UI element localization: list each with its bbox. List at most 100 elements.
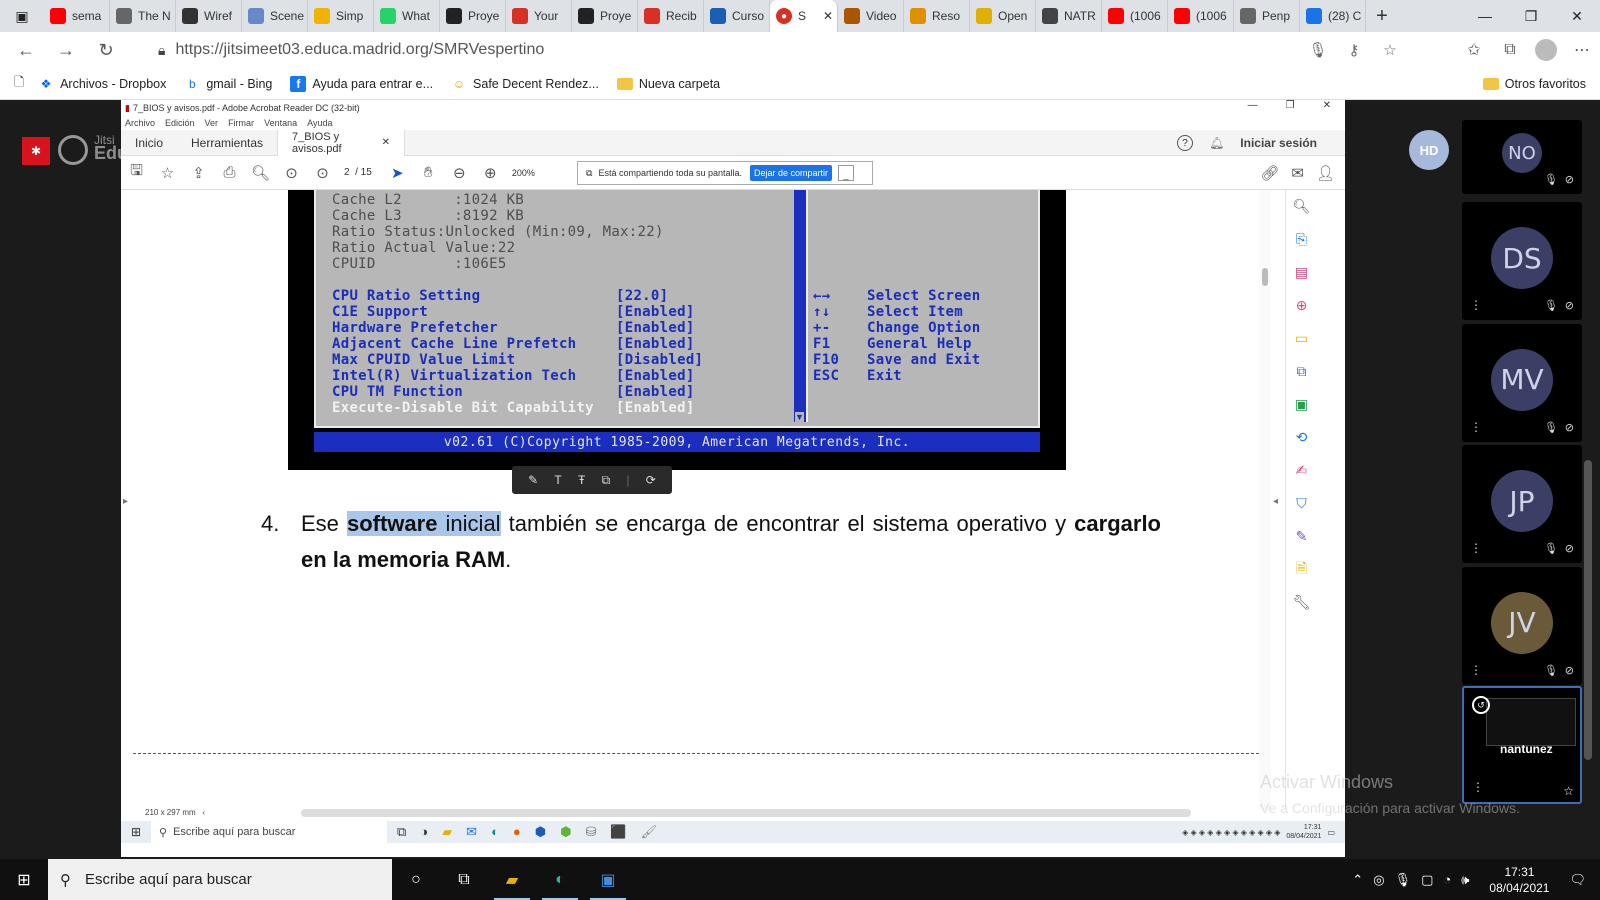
fill-sign-icon[interactable]: ✍︎ (1286, 454, 1317, 487)
compress-icon[interactable]: ▣ (1286, 388, 1317, 421)
more-options-icon[interactable]: ⋮ (1472, 780, 1484, 794)
display-icon[interactable]: ▢ (1421, 872, 1433, 888)
task-view-icon[interactable]: ⧉ (440, 859, 488, 900)
other-favorites[interactable]: Otros favoritos (1482, 68, 1586, 100)
participant-thumbnail[interactable]: DS ⋮ 🎙︎ ⊘ (1462, 202, 1582, 320)
help-icon[interactable]: ? (1177, 135, 1194, 151)
edit-pdf-icon[interactable]: ✎ (1286, 520, 1317, 553)
notifications-icon[interactable]: 🔔︎ (1209, 136, 1224, 150)
print-icon[interactable]: ⎙ (214, 164, 245, 181)
remote-desktop-icon[interactable]: ▣ (584, 859, 632, 900)
tab-b-2[interactable]: Open (970, 0, 1036, 32)
tab-b-5[interactable]: (1006 (1168, 0, 1234, 32)
participant-thumbnail[interactable]: NO 🎙︎ ⊘ (1462, 120, 1582, 194)
tab-a-8[interactable]: Proye (572, 0, 638, 32)
windows-start-icon[interactable]: ⊞ (0, 859, 48, 900)
more-options-icon[interactable]: ⋮ (1470, 420, 1482, 434)
participant-thumbnail[interactable]: JV ⋮ 🎙︎ ⊘ (1462, 566, 1582, 685)
participant-thumbnail[interactable]: MV ⋮ 🎙︎ ⊘ (1462, 323, 1582, 442)
search-icon[interactable]: 🔍︎ (1286, 190, 1317, 223)
more-options-icon[interactable]: ⋮ (1470, 298, 1482, 312)
bookmark-item[interactable]: f Ayuda para entrar e... (290, 75, 433, 92)
tab-a-10[interactable]: Curso (704, 0, 770, 32)
zoom-in-icon[interactable]: ⊕ (475, 164, 506, 182)
tab-b-1[interactable]: Reso (904, 0, 970, 32)
add-user-icon[interactable]: 👤︎ (1316, 164, 1335, 182)
microphone-icon[interactable]: 🎙︎ (1300, 41, 1336, 59)
key-icon[interactable]: ⚷ (1336, 41, 1372, 59)
bookmark-item[interactable]: b gmail - Bing (184, 76, 272, 92)
firefox-icon[interactable]: ● (513, 824, 521, 840)
menu-item[interactable]: Ayuda (307, 118, 332, 128)
minimize-share-bar-icon[interactable]: _ (838, 165, 855, 181)
page-icon[interactable]: 🗋 (14, 73, 24, 94)
volume-icon[interactable]: 🕪︎ (1461, 872, 1469, 888)
more-tools-icon[interactable]: 🔧︎ (1286, 586, 1317, 619)
edge-icon[interactable]: ◐ (491, 824, 499, 840)
windows-start-icon[interactable]: ⊞ (121, 825, 151, 839)
collections-icon[interactable]: ⧉ (1492, 32, 1528, 68)
favorites-icon[interactable]: ✩ (1456, 32, 1492, 68)
minimize-icon[interactable]: — (1248, 100, 1258, 111)
tab-actions-icon[interactable]: ▣ (0, 0, 44, 32)
upload-icon[interactable]: ⇪ (183, 164, 214, 182)
sign-in-button[interactable]: Iniciar sesión (1240, 136, 1317, 150)
self-thumbnail[interactable]: ↺ nantunez ⋮ ☆ (1462, 686, 1582, 804)
star-icon[interactable]: ☆ (152, 164, 183, 182)
menu-item[interactable]: Ventana (264, 118, 297, 128)
protect-icon[interactable]: ⛉ (1286, 487, 1317, 520)
bookmark-item[interactable]: ☺ Safe Decent Rendez... (451, 76, 599, 92)
app-icon[interactable]: ◑ (420, 824, 428, 840)
tab-tools[interactable]: Herramientas (177, 130, 277, 156)
menu-item[interactable]: Archivo (125, 118, 155, 128)
close-tab-icon[interactable]: ✕ (382, 137, 390, 148)
tray-icons[interactable]: ◈ ◈ ◈ ◈ ◈ ◈ ◈ ◈ ◈ ◈ ◈ ◈ (1182, 828, 1280, 837)
stop-sharing-button[interactable]: Dejar de compartir (750, 165, 833, 181)
select-pointer-icon[interactable]: ➤ (382, 164, 413, 182)
notification-icon[interactable]: ▭ (1327, 828, 1335, 837)
text-icon[interactable]: T (554, 473, 561, 487)
cortana-icon[interactable]: ○ (392, 859, 440, 900)
create-pdf-icon[interactable]: ⊕ (1286, 289, 1317, 322)
strikethrough-icon[interactable]: Ŧ (578, 473, 585, 487)
scan-icon[interactable]: ⟲ (1286, 421, 1317, 454)
combine-files-icon[interactable]: ⧉ (1286, 355, 1317, 388)
zoom-level[interactable]: 200% (512, 168, 535, 178)
more-options-icon[interactable]: ⋮ (1470, 663, 1482, 677)
tab-home[interactable]: Inicio (121, 130, 177, 156)
organize-pages-icon[interactable]: ▤ (1286, 256, 1317, 289)
tab-a-2[interactable]: Wiref (176, 0, 242, 32)
url-field[interactable]: 🔒︎ https://jitsimeet03.educa.madrid.org/… (140, 36, 1400, 64)
tab-a-6[interactable]: Proye (440, 0, 506, 32)
tab-b-3[interactable]: NATR (1036, 0, 1102, 32)
app-green-icon[interactable]: ⬢ (560, 824, 571, 840)
left-panel-toggle-icon[interactable]: ▸ (123, 496, 128, 507)
profile-avatar[interactable] (1528, 32, 1564, 68)
participant-thumbnail[interactable]: JP ⋮ 🎙︎ ⊘ (1462, 445, 1582, 563)
tab-a-7[interactable]: Your (506, 0, 572, 32)
send-for-review-icon[interactable]: 🗎 (1286, 553, 1317, 586)
tab-b-6[interactable]: Penp (1234, 0, 1300, 32)
tab-document[interactable]: 7_BIOS y avisos.pdf ✕ (277, 129, 406, 156)
maximize-icon[interactable]: ❐ (1286, 100, 1295, 111)
reload-button[interactable]: ↻ (86, 32, 126, 68)
back-button[interactable]: ← (6, 32, 46, 68)
task-view-icon[interactable]: ⧉ (397, 824, 406, 840)
remote-search-box[interactable]: ⚲ Escribe aquí para buscar (151, 821, 387, 843)
menu-item[interactable]: Edición (165, 118, 195, 128)
pin-icon[interactable]: ↺ (1472, 696, 1490, 714)
database-icon[interactable]: ⛁ (586, 824, 597, 840)
bookmark-item[interactable]: ❖ Archivos - Dropbox (38, 76, 167, 92)
tab-a-9[interactable]: Recib (638, 0, 704, 32)
comment-icon[interactable]: ▭ (1286, 322, 1317, 355)
zoom-out-search-icon[interactable]: 🔍︎ (245, 164, 276, 182)
virtualbox-icon[interactable]: ⬢ (535, 824, 546, 840)
tab-a-5[interactable]: What (374, 0, 440, 32)
meet-now-icon[interactable]: ◎ (1373, 872, 1384, 888)
scroll-thumb[interactable] (1262, 268, 1268, 286)
save-icon[interactable]: 🖫 (121, 160, 152, 185)
mail-icon[interactable]: ✉ (466, 824, 477, 840)
export-pdf-icon[interactable]: ⎘ (1286, 223, 1317, 256)
remote-clock[interactable]: 17:31 08/04/2021 (1286, 823, 1321, 841)
tab-a-4[interactable]: Simp (308, 0, 374, 32)
